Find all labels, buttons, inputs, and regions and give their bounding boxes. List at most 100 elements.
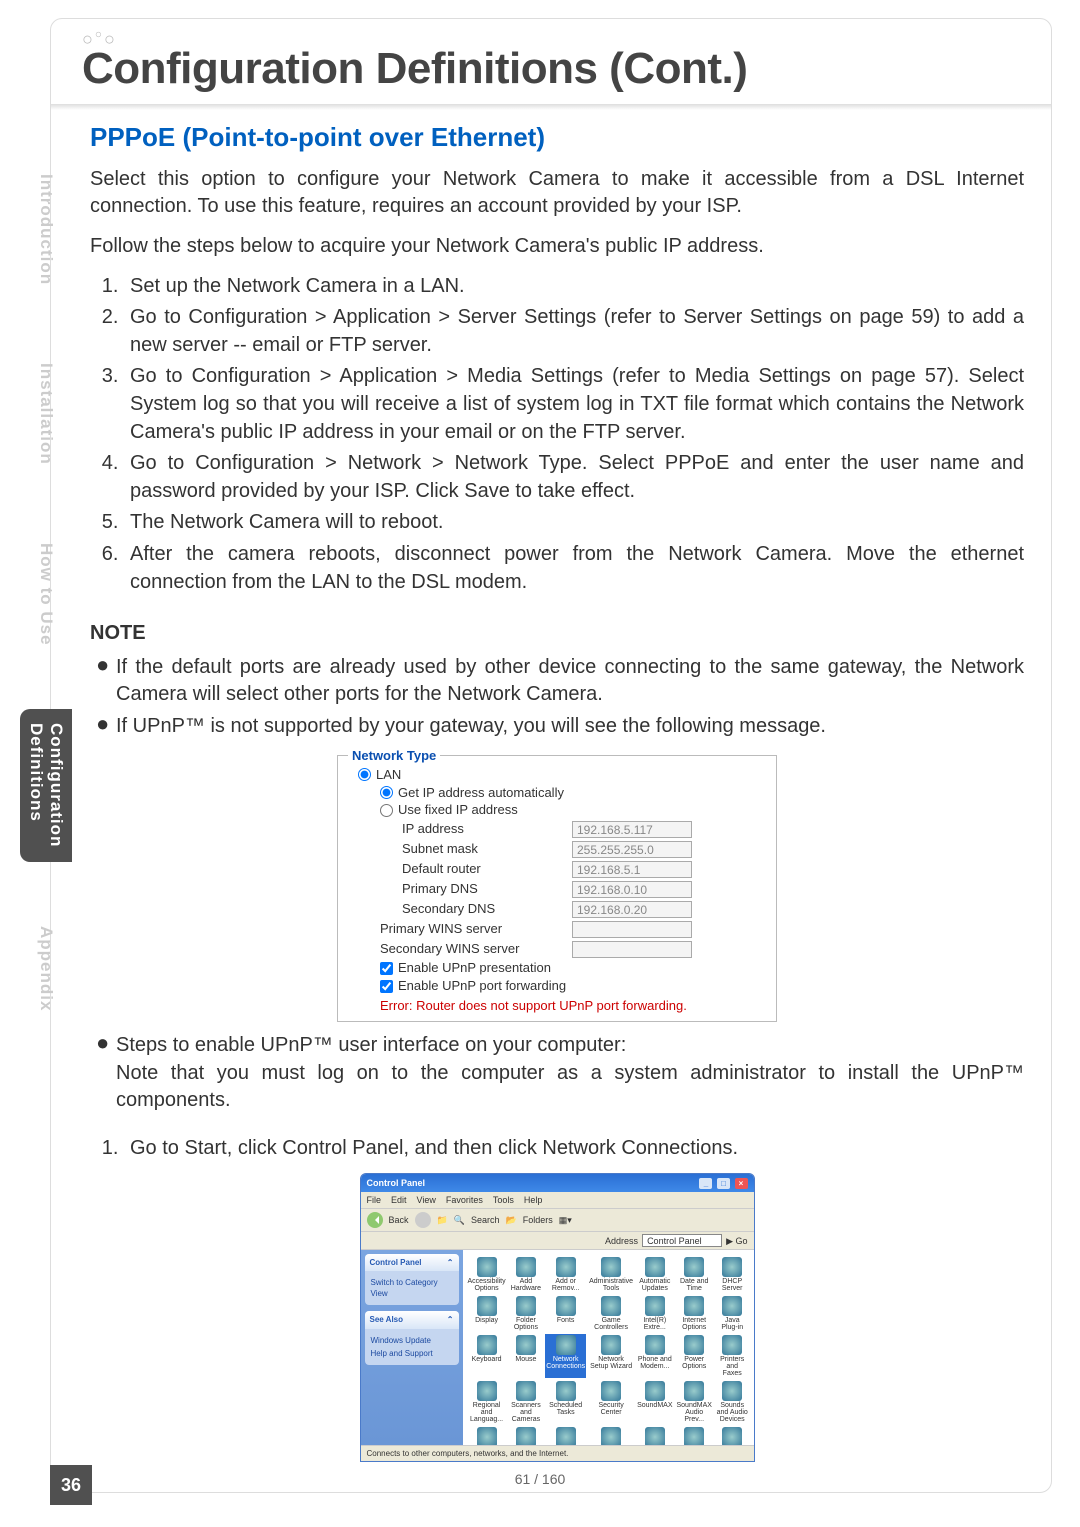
cp-item-label: Phone and Modem... — [637, 1356, 672, 1370]
enable-steps-note: Note that you must log on to the compute… — [116, 1062, 1024, 1112]
switch-category-view-link[interactable]: Switch to Category View — [371, 1277, 453, 1299]
cp-item[interactable]: Mouse — [509, 1334, 544, 1378]
cp-item-icon — [601, 1257, 621, 1277]
collapse-icon[interactable]: ⌃ — [447, 1314, 454, 1325]
cp-item-icon — [516, 1296, 536, 1316]
tab-introduction[interactable]: Introduction — [30, 160, 62, 299]
views-icon[interactable]: ▦▾ — [559, 1214, 572, 1226]
default-router-field[interactable]: 192.168.5.1 — [572, 861, 692, 878]
radio-auto-ip[interactable]: Get IP address automatically — [380, 784, 762, 802]
maximize-icon[interactable]: □ — [717, 1178, 730, 1189]
cp-item[interactable]: Game Controllers — [588, 1295, 634, 1332]
checkbox-upnp-port-forwarding-input[interactable] — [380, 980, 393, 993]
minimize-icon[interactable]: _ — [699, 1178, 712, 1189]
cp-item[interactable]: Speech — [467, 1426, 507, 1445]
go-button[interactable]: ▶ Go — [726, 1235, 747, 1247]
cp-item[interactable]: Printers and Faxes — [715, 1334, 750, 1378]
menu-tools[interactable]: Tools — [493, 1194, 514, 1206]
note-bullet: If UPnP™ is not supported by your gatewa… — [116, 713, 826, 741]
cp-item-icon — [477, 1381, 497, 1401]
cp-item[interactable]: SoundMAX Audio Prev... — [676, 1380, 713, 1424]
collapse-icon[interactable]: ⌃ — [447, 1257, 454, 1268]
radio-fixed-ip-input[interactable] — [380, 804, 393, 817]
cp-item[interactable]: Accessibility Options — [467, 1256, 507, 1293]
cp-item[interactable]: System — [509, 1426, 544, 1445]
primary-wins-field[interactable] — [572, 921, 692, 938]
tab-how-to-use[interactable]: How to Use — [30, 529, 62, 660]
cp-item[interactable]: TOSHIBA HWSetup — [588, 1426, 634, 1445]
checkbox-upnp-port-forwarding[interactable]: Enable UPnP port forwarding — [380, 977, 762, 995]
primary-dns-field[interactable]: 192.168.0.10 — [572, 881, 692, 898]
radio-lan-input[interactable] — [358, 768, 371, 781]
cp-item[interactable]: Display — [467, 1295, 507, 1332]
cp-item[interactable]: Add Hardware — [509, 1256, 544, 1293]
cp-item[interactable]: Network Setup Wizard — [588, 1334, 634, 1378]
cp-item[interactable]: Security Center — [588, 1380, 634, 1424]
cp-item[interactable]: Scheduled Tasks — [545, 1380, 586, 1424]
cp-item-icon — [645, 1296, 665, 1316]
cp-item[interactable]: Administrative Tools — [588, 1256, 634, 1293]
radio-fixed-ip[interactable]: Use fixed IP address — [380, 801, 762, 819]
menu-file[interactable]: File — [367, 1194, 382, 1206]
cp-item[interactable]: Taskbar and Start Menu — [545, 1426, 586, 1445]
menu-view[interactable]: View — [417, 1194, 436, 1206]
cp-item-icon — [722, 1381, 742, 1401]
cp-item[interactable]: Fonts — [545, 1295, 586, 1332]
cp-item[interactable]: Java Plug-in — [715, 1295, 750, 1332]
close-icon[interactable]: × — [735, 1178, 748, 1189]
cp-item[interactable]: Regional and Languag... — [467, 1380, 507, 1424]
cp-item[interactable]: Folder Options — [509, 1295, 544, 1332]
cp-item[interactable]: Scanners and Cameras — [509, 1380, 544, 1424]
forward-icon[interactable] — [415, 1212, 431, 1228]
page-title: Configuration Definitions (Cont.) — [82, 44, 747, 94]
cp-item[interactable]: Automatic Updates — [636, 1256, 673, 1293]
back-label[interactable]: Back — [389, 1214, 409, 1226]
cp-item[interactable]: Network Connections — [545, 1334, 586, 1378]
cp-sidebox-title: Control Panel — [370, 1257, 422, 1268]
subnet-mask-field[interactable]: 255.255.255.0 — [572, 841, 692, 858]
tab-installation[interactable]: Installation — [30, 349, 62, 479]
menu-favorites[interactable]: Favorites — [446, 1194, 483, 1206]
cp-titlebar[interactable]: Control Panel _ □ × — [361, 1174, 754, 1192]
secondary-dns-field[interactable]: 192.168.0.20 — [572, 901, 692, 918]
up-icon[interactable]: 📁 — [437, 1214, 448, 1226]
radio-lan[interactable]: LAN — [358, 766, 762, 784]
windows-update-link[interactable]: Windows Update — [371, 1335, 453, 1346]
radio-auto-ip-input[interactable] — [380, 786, 393, 799]
cp-item[interactable]: Windows Firewall — [715, 1426, 750, 1445]
help-support-link[interactable]: Help and Support — [371, 1348, 453, 1359]
cp-sidebox-title: See Also — [370, 1314, 404, 1325]
secondary-wins-field[interactable] — [572, 941, 692, 958]
folders-label[interactable]: Folders — [523, 1214, 553, 1226]
checkbox-upnp-presentation-input[interactable] — [380, 962, 393, 975]
cp-toolbar: Back 📁 🔍 Search 📂 Folders ▦▾ — [361, 1209, 754, 1232]
cp-item[interactable]: Date and Time — [676, 1256, 713, 1293]
address-field[interactable]: Control Panel — [642, 1234, 722, 1247]
cp-item-icon — [645, 1381, 665, 1401]
ip-address-field[interactable]: 192.168.5.117 — [572, 821, 692, 838]
cp-item[interactable]: User Accounts — [676, 1426, 713, 1445]
tab-appendix[interactable]: Appendix — [30, 912, 62, 1025]
checkbox-upnp-presentation[interactable]: Enable UPnP presentation — [380, 959, 762, 977]
cp-item[interactable]: Sounds and Audio Devices — [715, 1380, 750, 1424]
menu-edit[interactable]: Edit — [391, 1194, 407, 1206]
cp-item[interactable]: Keyboard — [467, 1334, 507, 1378]
search-icon[interactable]: 🔍 — [454, 1214, 465, 1226]
cp-item-label: Fonts — [546, 1317, 585, 1324]
back-icon[interactable] — [367, 1212, 383, 1228]
cp-item[interactable]: Power Options — [676, 1334, 713, 1378]
cp-item[interactable]: DHCP Server — [715, 1256, 750, 1293]
search-label[interactable]: Search — [471, 1214, 500, 1226]
cp-item[interactable]: Phone and Modem... — [636, 1334, 673, 1378]
cp-item[interactable]: Internet Options — [676, 1295, 713, 1332]
cp-item[interactable]: SoundMAX — [636, 1380, 673, 1424]
cp-item-icon — [516, 1381, 536, 1401]
cp-item[interactable]: Add or Remov... — [545, 1256, 586, 1293]
tab-configuration-definitions[interactable]: Configuration Definitions — [20, 709, 72, 861]
cp-item[interactable]: Intel(R) Extre... — [636, 1295, 673, 1332]
cp-item-icon — [477, 1296, 497, 1316]
menu-help[interactable]: Help — [524, 1194, 543, 1206]
cp-item[interactable]: TOSHIBA Power Saver — [636, 1426, 673, 1445]
folders-icon[interactable]: 📂 — [505, 1214, 516, 1226]
cp-menubar[interactable]: File Edit View Favorites Tools Help — [361, 1192, 754, 1209]
